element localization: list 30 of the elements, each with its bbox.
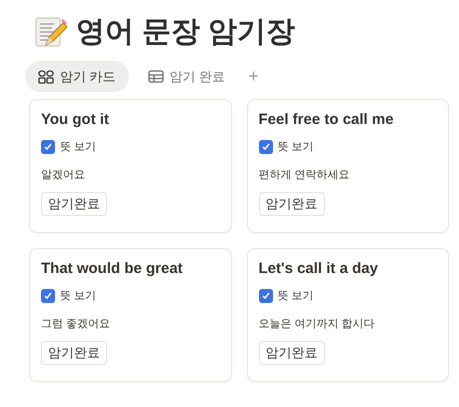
card-title: That would be great: [41, 259, 184, 279]
meaning-text: 오늘은 여기까지 합시다: [258, 316, 376, 332]
checkbox[interactable]: [258, 140, 272, 154]
memorized-button[interactable]: 암기완료: [41, 341, 107, 365]
view-tab[interactable]: 암기 완료: [134, 61, 238, 92]
checkbox-label: 뜻 보기: [60, 140, 96, 155]
checkbox-label: 뜻 보기: [278, 289, 314, 304]
checkbox-label: 뜻 보기: [60, 289, 96, 304]
checkbox-label: 뜻 보기: [278, 140, 314, 155]
memorized-button[interactable]: 암기완료: [258, 192, 324, 216]
check-icon: [260, 291, 270, 302]
memo-pencil-icon: [34, 15, 68, 49]
meaning-text: 그럼 좋겠어요: [41, 316, 112, 332]
checkbox[interactable]: [41, 140, 55, 154]
check-icon: [260, 142, 270, 152]
checkbox[interactable]: [41, 289, 55, 304]
memorized-button[interactable]: 암기완료: [258, 341, 324, 365]
card-title: You got it: [41, 110, 110, 130]
meaning-text: 편하게 연락하세요: [258, 168, 351, 182]
card-title: Let's call it a day: [258, 259, 379, 279]
check-icon: [43, 291, 53, 302]
gallery-icon: [38, 70, 54, 84]
memorized-button[interactable]: 암기완료: [41, 192, 107, 216]
checkbox[interactable]: [258, 289, 272, 304]
card-title: Feel free to call me: [258, 110, 395, 130]
check-icon: [43, 142, 53, 152]
table-icon: [148, 70, 164, 83]
page-title: 영어 문장 암기장: [76, 15, 296, 50]
view-tab[interactable]: 암기 카드: [25, 61, 129, 92]
meaning-text: 알겠어요: [41, 168, 86, 182]
